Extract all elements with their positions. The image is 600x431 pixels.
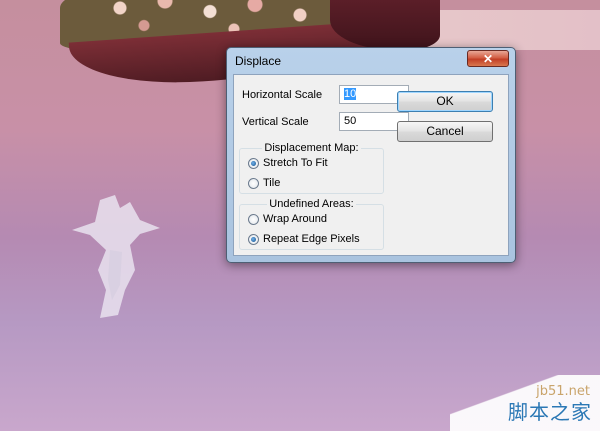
radio-tile[interactable]: Tile	[248, 177, 280, 189]
radio-button-icon[interactable]	[248, 177, 259, 189]
radio-wrap-around[interactable]: Wrap Around	[248, 213, 327, 225]
vertical-scale-label: Vertical Scale	[242, 116, 309, 128]
radio-label: Stretch To Fit	[263, 157, 328, 169]
title-bar[interactable]: Displace ✕	[227, 48, 515, 74]
undefined-areas-group: Undefined Areas: Wrap Around Repeat Edge…	[239, 198, 384, 250]
radio-button-checked-icon[interactable]	[248, 233, 259, 245]
undefined-areas-title: Undefined Areas:	[267, 198, 356, 210]
close-button[interactable]: ✕	[467, 50, 509, 67]
radio-button-checked-icon[interactable]	[248, 157, 259, 169]
dialog-body: Horizontal Scale 10 Vertical Scale 50 OK…	[233, 74, 509, 256]
close-icon: ✕	[482, 52, 494, 66]
displace-dialog: Displace ✕ Horizontal Scale 10 Vertical …	[226, 47, 516, 263]
radio-label: Wrap Around	[263, 213, 328, 225]
radio-label: Tile	[263, 177, 281, 189]
radio-label: Repeat Edge Pixels	[263, 233, 360, 245]
dialog-title: Displace	[235, 54, 282, 68]
horizontal-scale-label: Horizontal Scale	[242, 89, 323, 101]
displacement-map-title: Displacement Map:	[262, 142, 361, 154]
radio-button-icon[interactable]	[248, 213, 259, 225]
displacement-map-group: Displacement Map: Stretch To Fit Tile	[239, 142, 384, 194]
reflection-figure	[72, 195, 160, 318]
radio-stretch-to-fit[interactable]: Stretch To Fit	[248, 157, 328, 169]
sky-area	[420, 10, 600, 50]
cancel-button[interactable]: Cancel	[397, 121, 493, 142]
ok-button[interactable]: OK	[397, 91, 493, 112]
radio-repeat-edge-pixels[interactable]: Repeat Edge Pixels	[248, 233, 360, 245]
horizontal-scale-value: 10	[344, 88, 357, 100]
watermark-name: 脚本之家	[508, 400, 592, 424]
vertical-scale-value: 50	[344, 115, 357, 127]
